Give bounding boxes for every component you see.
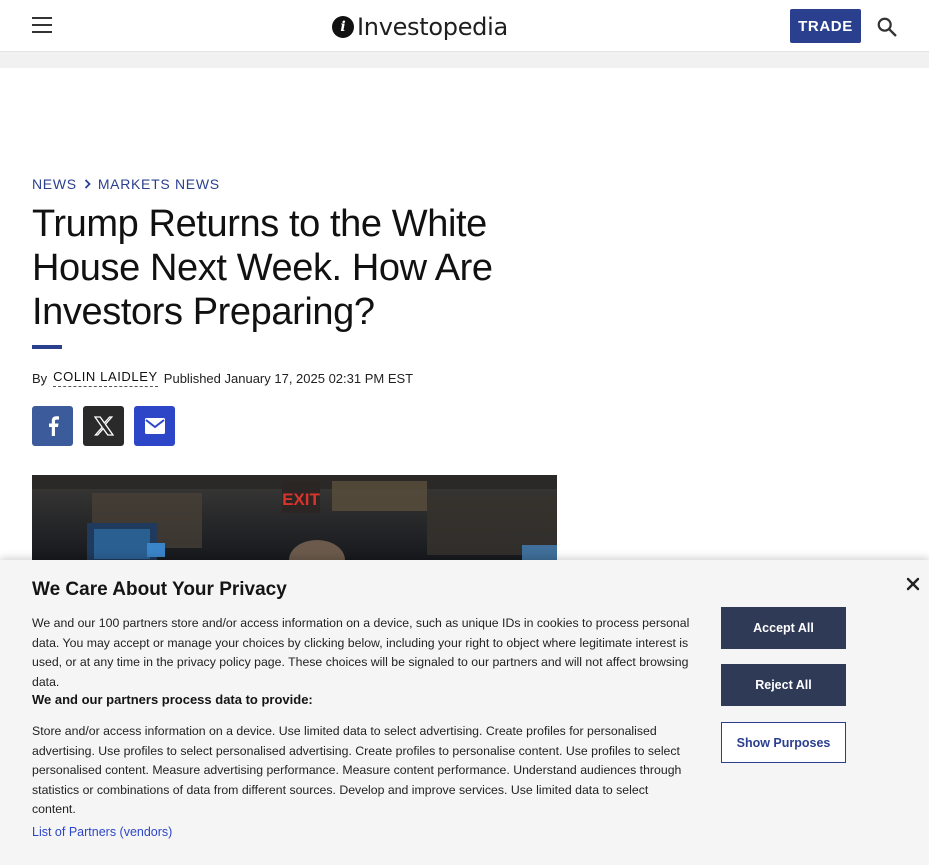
article-title: Trump Returns to the White House Next We… xyxy=(32,203,493,333)
email-share-button[interactable] xyxy=(134,406,175,446)
trade-button[interactable]: TRADE xyxy=(790,9,861,43)
reject-all-button[interactable]: Reject All xyxy=(721,664,846,706)
publish-date: Published January 17, 2025 02:31 PM EST xyxy=(163,370,414,386)
site-header: i Investopedia TRADE xyxy=(0,0,929,52)
show-purposes-button[interactable]: Show Purposes xyxy=(721,722,846,763)
title-underline xyxy=(32,345,62,349)
chevron-right-icon xyxy=(84,179,91,189)
byline-prefix: By xyxy=(32,370,48,386)
breadcrumb-markets-news[interactable]: MARKETS NEWS xyxy=(98,176,220,192)
hero-image: EXIT xyxy=(32,475,557,565)
x-share-button[interactable] xyxy=(83,406,124,446)
hero-photo: EXIT xyxy=(32,475,557,565)
site-logo[interactable]: i Investopedia xyxy=(332,12,508,42)
ad-band xyxy=(0,52,929,68)
accept-all-button[interactable]: Accept All xyxy=(721,607,846,649)
close-icon[interactable] xyxy=(905,576,921,592)
byline: By COLIN LAIDLEY Published January 17, 2… xyxy=(32,369,413,387)
search-icon[interactable] xyxy=(876,16,898,38)
hamburger-icon[interactable] xyxy=(32,17,52,33)
breadcrumb-news[interactable]: NEWS xyxy=(32,176,77,192)
logo-mark-icon: i xyxy=(332,16,354,38)
privacy-body: We and our 100 partners store and/or acc… xyxy=(32,616,690,689)
privacy-subheading: We and our partners process data to prov… xyxy=(32,692,313,707)
privacy-purposes: Store and/or access information on a dev… xyxy=(32,724,682,817)
author-link[interactable]: COLIN LAIDLEY xyxy=(53,369,158,387)
mail-icon xyxy=(144,418,165,434)
exit-sign: EXIT xyxy=(282,490,320,509)
logo-text: Investopedia xyxy=(357,13,508,41)
facebook-icon xyxy=(48,416,59,436)
x-icon xyxy=(93,416,114,436)
privacy-title: We Care About Your Privacy xyxy=(32,579,287,600)
privacy-consent-banner: We Care About Your Privacy We and our 10… xyxy=(0,560,929,865)
facebook-share-button[interactable] xyxy=(32,406,73,446)
breadcrumb: NEWS MARKETS NEWS xyxy=(32,176,220,192)
partners-link[interactable]: List of Partners (vendors) xyxy=(32,825,172,839)
